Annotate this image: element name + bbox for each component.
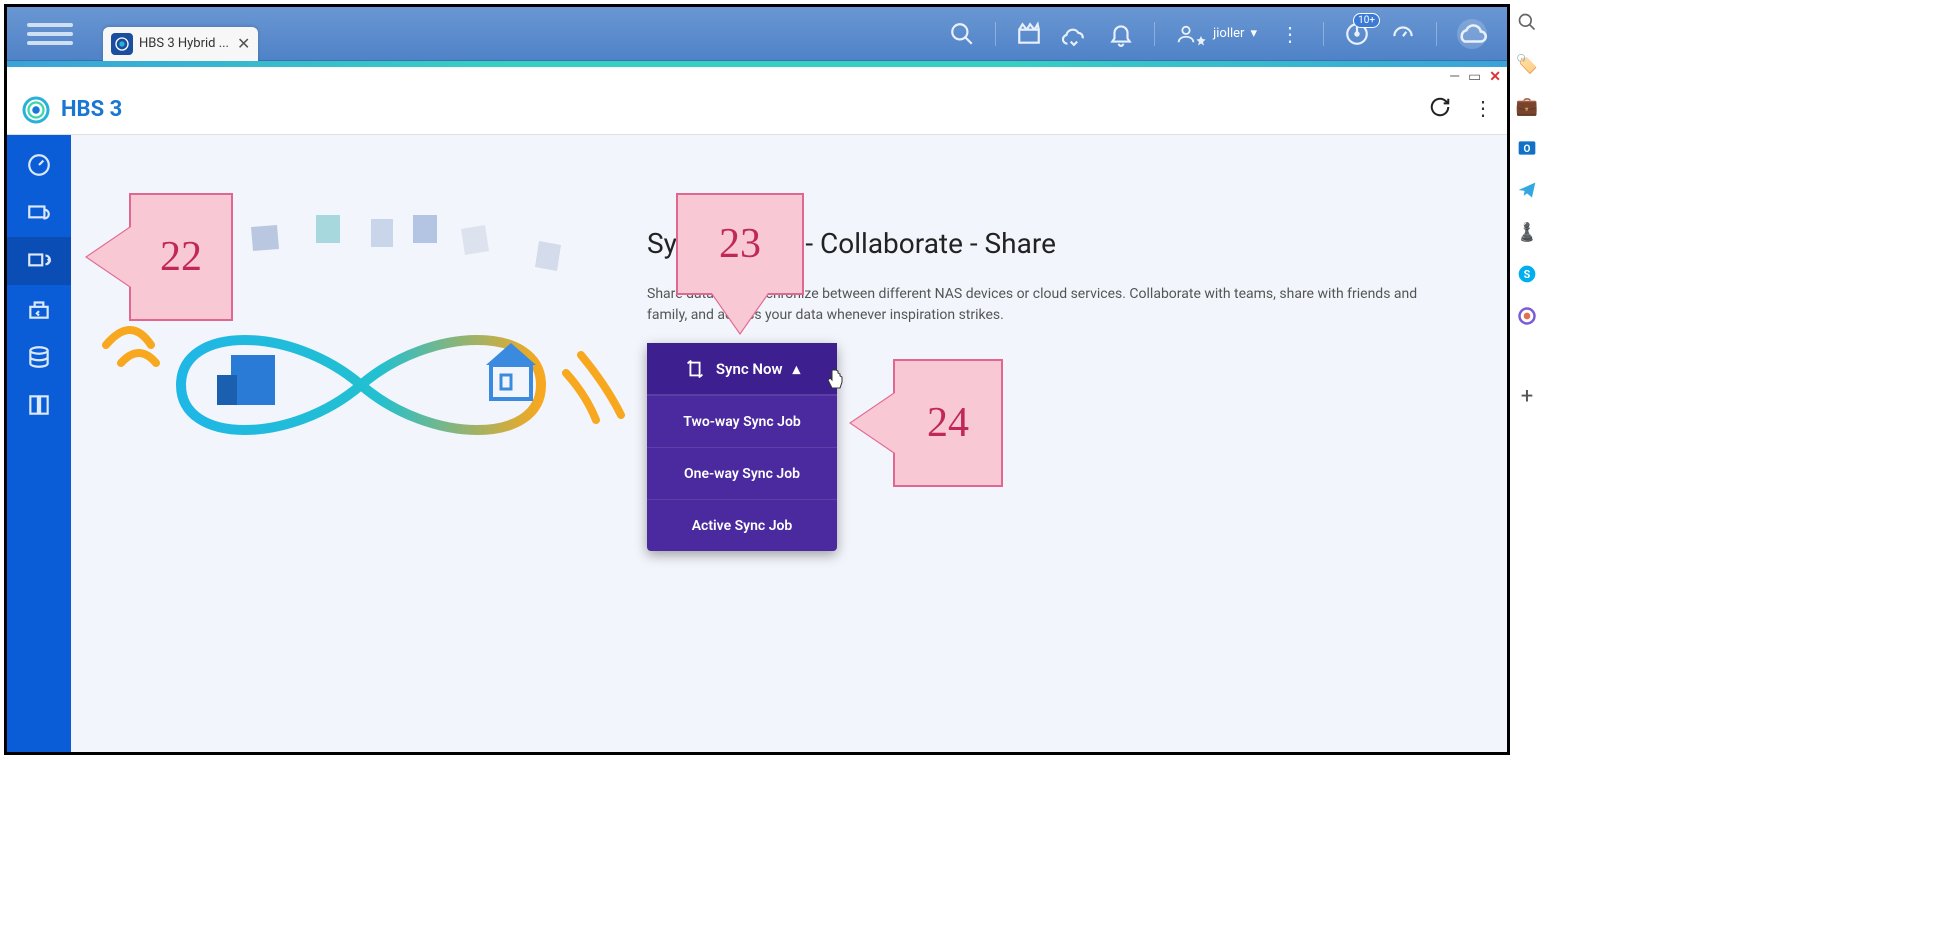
app-sidebar [7,135,71,752]
toolbar-separator [1436,22,1437,46]
os-outlook-icon[interactable]: O [1515,136,1539,160]
window-maximize-icon[interactable]: ▭ [1468,69,1481,85]
clapper-icon[interactable] [1016,21,1042,47]
callout-22: 22 [129,193,233,321]
toolbar-separator [1323,22,1324,46]
app-window-frame: HBS 3 Hybrid ... ✕ jioller ▾ [4,4,1510,755]
callout-label: 23 [719,220,761,268]
sidebar-item-sync[interactable] [7,237,71,285]
app-title: HBS 3 [61,97,122,122]
gauge-icon[interactable] [1390,21,1416,47]
user-menu[interactable]: jioller ▾ [1175,21,1257,47]
refresh-icon[interactable] [1429,96,1451,123]
callout-23: 23 [676,193,804,295]
callout-label: 24 [927,399,969,447]
app-header: HBS 3 ⋮ [7,85,1507,135]
tab-title: HBS 3 Hybrid ... [139,36,229,51]
os-add-icon[interactable]: + [1515,384,1539,408]
callout-24: 24 [893,359,1003,487]
os-chess-icon[interactable]: ♟️ [1515,220,1539,244]
bell-icon[interactable] [1108,21,1134,47]
app-logo-icon [21,95,51,125]
sidebar-item-restore[interactable] [7,285,71,333]
dashboard-icon[interactable]: 10+ [1344,21,1370,47]
os-telegram-icon[interactable] [1515,178,1539,202]
sync-now-button[interactable]: Sync Now ▴ [647,343,837,395]
more-icon[interactable]: ⋮ [1473,96,1493,123]
toolbar-separator [1154,22,1155,46]
os-copilot-icon[interactable] [1515,304,1539,328]
cloud-icon[interactable] [1457,19,1487,49]
svg-text:S: S [1524,268,1531,281]
os-right-sidebar: 🏷️ 💼 O ♟️ S + [1510,10,1544,408]
toolbar-right-group: jioller ▾ ⋮ 10+ [949,19,1507,49]
sidebar-item-logs[interactable] [7,381,71,429]
sync-option-label: One-way Sync Job [684,466,800,482]
username-label: jioller [1213,26,1244,41]
sync-option-one-way[interactable]: One-way Sync Job [647,447,837,499]
system-toolbar: HBS 3 Hybrid ... ✕ jioller ▾ [7,7,1507,61]
chevron-down-icon: ▾ [1250,26,1257,41]
os-skype-icon[interactable]: S [1515,262,1539,286]
open-tab[interactable]: HBS 3 Hybrid ... ✕ [103,27,258,61]
search-icon[interactable] [949,21,975,47]
sync-dropdown-menu: Sync Now ▴ Two-way Sync Job One-way Sync… [647,343,837,551]
os-search-icon[interactable] [1515,10,1539,34]
toolbar-separator [995,22,996,46]
os-briefcase-icon[interactable]: 💼 [1515,94,1539,118]
window-controls: — ▭ ✕ [1449,69,1501,85]
window-close-icon[interactable]: ✕ [1489,69,1501,85]
notification-badge: 10+ [1353,13,1380,28]
svg-text:O: O [1524,144,1531,155]
sidebar-item-overview[interactable] [7,141,71,189]
sync-doc-icon [684,358,706,380]
os-tag-icon[interactable]: 🏷️ [1515,52,1539,76]
sidebar-item-storage[interactable] [7,333,71,381]
tab-close-icon[interactable]: ✕ [237,34,250,53]
chevron-up-icon: ▴ [793,360,801,378]
cloud-sync-icon[interactable] [1062,21,1088,47]
gradient-accent-strip [7,61,1507,67]
sync-option-label: Active Sync Job [692,518,793,534]
sidebar-item-backup[interactable] [7,189,71,237]
callout-label: 22 [160,233,202,281]
sync-option-label: Two-way Sync Job [683,414,801,430]
tab-app-icon [111,33,133,55]
menu-hamburger-icon[interactable] [27,14,73,54]
window-minimize-icon[interactable]: — [1449,69,1460,85]
sync-option-active[interactable]: Active Sync Job [647,499,837,551]
sync-now-label: Sync Now [716,360,783,378]
sync-option-two-way[interactable]: Two-way Sync Job [647,395,837,447]
kebab-icon[interactable]: ⋮ [1277,21,1303,47]
